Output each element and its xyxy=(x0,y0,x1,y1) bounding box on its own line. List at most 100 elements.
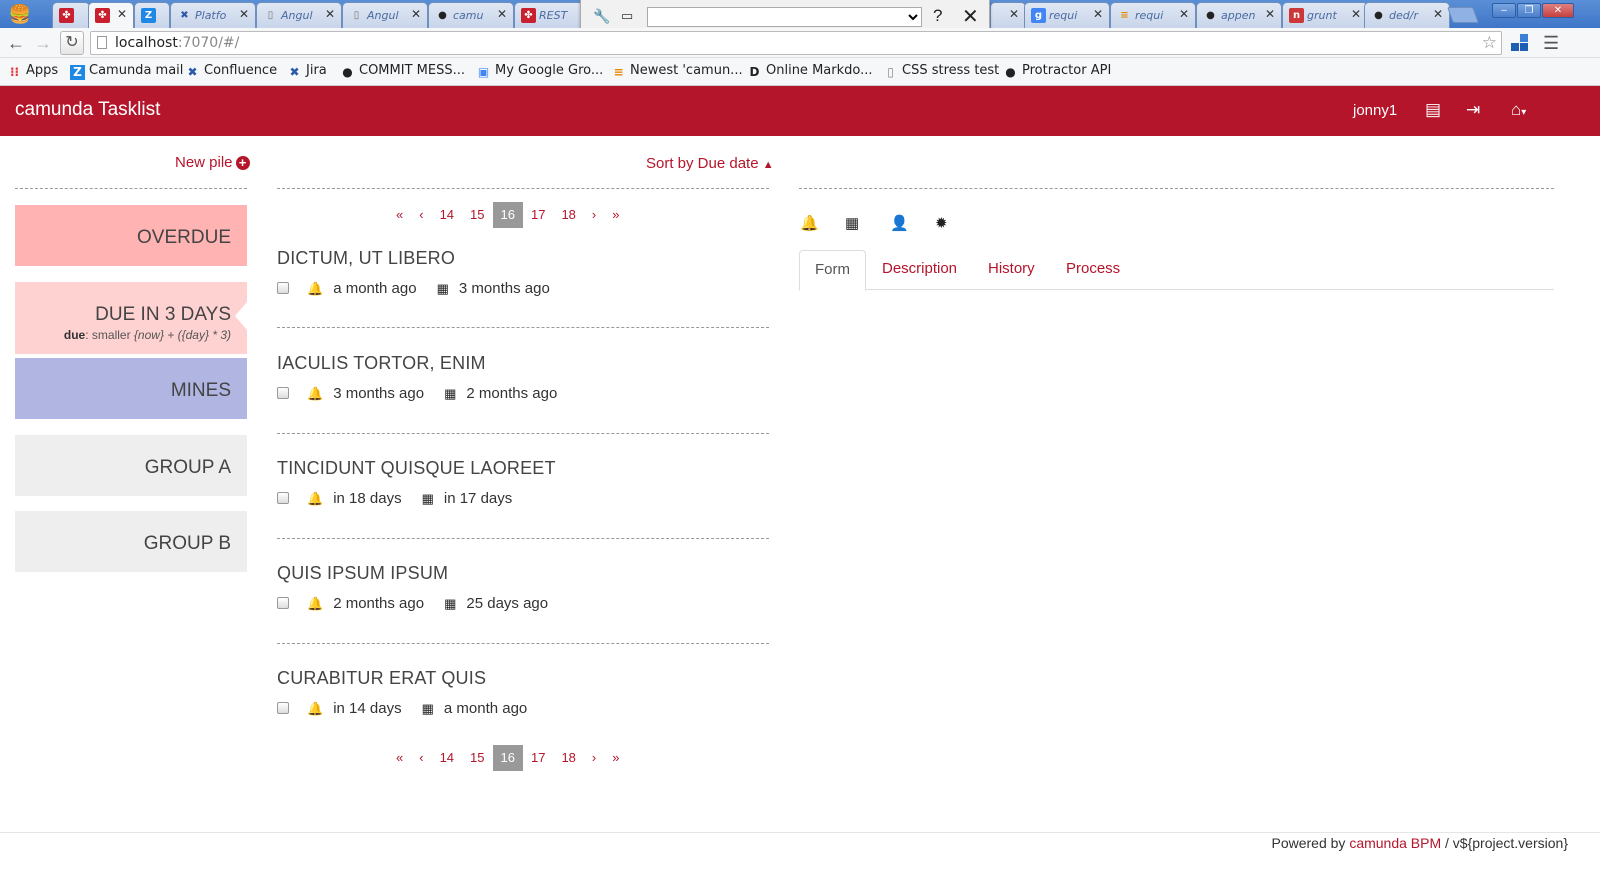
task-title[interactable]: CURABITUR ERAT QUIS xyxy=(277,668,486,689)
list-icon[interactable]: ▤ xyxy=(1425,100,1441,120)
pile-mines[interactable]: MINES xyxy=(15,358,247,419)
reload-icon[interactable]: ↻ xyxy=(60,31,84,55)
close-icon[interactable]: ✕ xyxy=(1179,7,1189,21)
browser-tab[interactable]: ≡ requi ✕ xyxy=(1110,2,1196,28)
browser-tab[interactable]: ● camu ✕ xyxy=(428,2,514,28)
browser-tab[interactable]: ✤ REST xyxy=(514,2,584,28)
prev-page-link[interactable]: ‹ xyxy=(411,745,431,771)
address-bar[interactable]: localhost:7070/#/ ☆ xyxy=(90,31,1502,55)
logout-icon[interactable]: ⇥ xyxy=(1466,100,1480,120)
task-checkbox[interactable] xyxy=(277,597,289,609)
bookmark-commit-messages[interactable]: ● COMMIT MESS... xyxy=(340,63,465,80)
sort-by-link[interactable]: Sort by Due date ▲ xyxy=(646,155,774,172)
tab-description[interactable]: Description xyxy=(882,250,957,290)
last-page-link[interactable]: » xyxy=(604,202,627,228)
extension-icon[interactable] xyxy=(1511,34,1529,52)
bookmark-star-icon[interactable]: ☆ xyxy=(1482,33,1497,53)
username-link[interactable]: jonny1 xyxy=(1353,102,1397,119)
current-page[interactable]: 16 xyxy=(492,745,523,771)
browser-tab-active[interactable]: ✤ ✕ xyxy=(88,2,134,29)
close-icon[interactable]: ✕ xyxy=(239,7,249,21)
close-icon[interactable]: ✕ xyxy=(1351,7,1361,21)
pile-overdue[interactable]: OVERDUE xyxy=(15,205,247,266)
task-title[interactable]: DICTUM, UT LIBERO xyxy=(277,248,455,269)
task-title[interactable]: TINCIDUNT QUISQUE LAOREET xyxy=(277,458,556,479)
next-page-link[interactable]: › xyxy=(584,202,604,228)
url-text[interactable]: localhost:7070/#/ xyxy=(115,35,239,51)
app-brand[interactable]: camunda Tasklist xyxy=(15,99,160,121)
browser-tab[interactable]: Z xyxy=(134,2,170,28)
task-checkbox[interactable] xyxy=(277,282,289,294)
task-checkbox[interactable] xyxy=(277,492,289,504)
close-icon[interactable]: ✕ xyxy=(497,7,507,21)
bookmark-confluence[interactable]: ✖ Confluence xyxy=(185,63,277,80)
gear-icon[interactable]: ✹ xyxy=(935,214,980,232)
forward-icon[interactable]: → xyxy=(32,32,54,54)
new-tab-button[interactable] xyxy=(1447,7,1479,23)
browser-tab[interactable]: ✤ xyxy=(52,2,90,28)
prev-page-link[interactable]: ‹ xyxy=(411,202,431,228)
user-icon[interactable]: 👤 xyxy=(890,214,935,232)
new-pile-link[interactable]: New pile + xyxy=(175,154,250,171)
task-checkbox[interactable] xyxy=(277,387,289,399)
browser-tab[interactable]: ● appen ✕ xyxy=(1196,2,1282,28)
image-icon[interactable]: ▭ xyxy=(621,8,633,24)
next-page-link[interactable]: › xyxy=(584,745,604,771)
hamburger-menu-icon[interactable]: ☰ xyxy=(1543,33,1559,54)
back-icon[interactable]: ← xyxy=(5,32,27,54)
close-icon[interactable]: ✕ xyxy=(1009,7,1019,21)
window-close-button[interactable]: ✕ xyxy=(1542,3,1574,18)
bookmark-google-groups[interactable]: ▣ My Google Gro... xyxy=(476,63,603,80)
pile-due-in-3-days[interactable]: DUE IN 3 DAYS due: smaller {now} + ({day… xyxy=(15,282,247,354)
bookmark-jira[interactable]: ✖ Jira xyxy=(287,63,326,80)
page-link[interactable]: 18 xyxy=(553,202,583,228)
burger-icon[interactable]: 🍔 xyxy=(4,2,36,26)
bookmark-newest-camunda[interactable]: ≡ Newest 'camun... xyxy=(611,63,742,80)
close-icon[interactable]: ✕ xyxy=(1093,7,1103,21)
help-icon[interactable]: ? xyxy=(933,6,942,26)
close-icon[interactable]: ✕ xyxy=(325,7,335,21)
bookmark-apps[interactable]: ⁝⁝ Apps xyxy=(7,63,58,80)
last-page-link[interactable]: » xyxy=(604,745,627,771)
task-title[interactable]: QUIS IPSUM IPSUM xyxy=(277,563,448,584)
page-link[interactable]: 15 xyxy=(462,745,492,771)
tab-history[interactable]: History xyxy=(988,250,1035,290)
browser-tab[interactable]: ● ded/r ✕ xyxy=(1364,2,1450,28)
page-link[interactable]: 14 xyxy=(432,202,462,228)
pile-group-b[interactable]: GROUP B xyxy=(15,511,247,572)
browser-tab[interactable]: g requi ✕ xyxy=(1024,2,1110,28)
bookmark-online-markdown[interactable]: D Online Markdo... xyxy=(747,63,873,80)
wrench-icon[interactable]: 🔧 xyxy=(593,8,610,25)
close-icon[interactable]: ✕ xyxy=(117,7,127,21)
current-page[interactable]: 16 xyxy=(492,202,523,228)
page-link[interactable]: 17 xyxy=(523,745,553,771)
devtools-select[interactable] xyxy=(647,7,922,27)
browser-tab[interactable]: ▯ Angul ✕ xyxy=(256,2,342,28)
home-icon[interactable]: ⌂▾ xyxy=(1511,100,1526,120)
close-icon[interactable]: ✕ xyxy=(1433,7,1443,21)
browser-tab[interactable]: ✖ Platfo ✕ xyxy=(170,2,256,28)
task-checkbox[interactable] xyxy=(277,702,289,714)
maximize-button[interactable]: ❐ xyxy=(1517,3,1541,18)
first-page-link[interactable]: « xyxy=(388,202,411,228)
calendar-icon[interactable]: ▦ xyxy=(845,214,890,232)
task-title[interactable]: IACULIS TORTOR, ENIM xyxy=(277,353,486,374)
bell-icon[interactable]: 🔔 xyxy=(800,214,845,232)
first-page-link[interactable]: « xyxy=(388,745,411,771)
camunda-bpm-link[interactable]: camunda BPM xyxy=(1349,835,1441,851)
close-icon[interactable]: ✕ xyxy=(1265,7,1275,21)
page-link[interactable]: 14 xyxy=(432,745,462,771)
bookmark-protractor-api[interactable]: ● Protractor API xyxy=(1003,63,1111,80)
pile-group-a[interactable]: GROUP A xyxy=(15,435,247,496)
browser-tab[interactable]: n grunt ✕ xyxy=(1282,2,1368,28)
tab-process[interactable]: Process xyxy=(1066,250,1120,290)
browser-tab[interactable]: ▯ Angul ✕ xyxy=(342,2,428,28)
tab-form[interactable]: Form xyxy=(799,250,866,291)
browser-tab[interactable]: ✕ xyxy=(990,2,1026,28)
close-icon[interactable]: ✕ xyxy=(962,4,979,29)
minimize-button[interactable]: – xyxy=(1492,3,1516,18)
bookmark-camunda-mail[interactable]: Z Camunda mail xyxy=(70,63,183,80)
bookmark-css-stress-test[interactable]: ▯ CSS stress test xyxy=(883,63,999,80)
page-link[interactable]: 15 xyxy=(462,202,492,228)
page-link[interactable]: 18 xyxy=(553,745,583,771)
